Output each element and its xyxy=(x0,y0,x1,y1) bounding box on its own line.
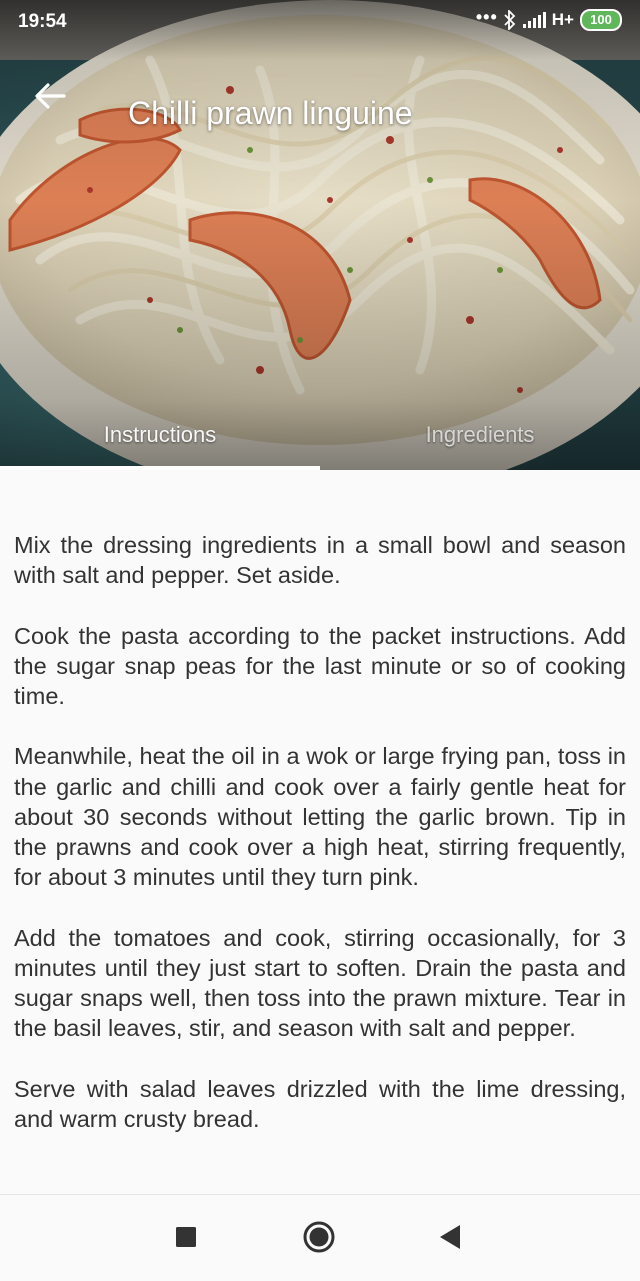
instruction-step: Meanwhile, heat the oil in a wok or larg… xyxy=(14,743,626,891)
home-button[interactable] xyxy=(297,1215,341,1259)
tab-bar: Instructions Ingredients xyxy=(0,400,640,470)
battery-icon: 100 xyxy=(580,9,622,31)
recent-apps-icon xyxy=(176,1227,196,1247)
tab-ingredients[interactable]: Ingredients xyxy=(320,400,640,470)
page-title: Chilli prawn linguine xyxy=(128,95,413,132)
bluetooth-icon xyxy=(504,10,516,30)
network-type: H+ xyxy=(551,10,574,29)
arrow-left-icon xyxy=(35,83,66,109)
tab-ingredients-label: Ingredients xyxy=(425,422,535,447)
recipe-header-image: 19:54 ••• H+ 100 Chilli prawn linguine I xyxy=(0,0,640,470)
system-navigation-bar xyxy=(0,1194,640,1281)
status-icons: ••• H+ 100 xyxy=(475,6,622,31)
recent-apps-button[interactable] xyxy=(164,1215,208,1259)
instruction-step: Serve with salad leaves drizzled with th… xyxy=(14,1075,626,1132)
notification-dots: ••• xyxy=(475,6,498,27)
tab-indicator xyxy=(0,466,320,470)
back-button[interactable] xyxy=(26,72,74,120)
status-bar: 19:54 ••• H+ 100 xyxy=(0,0,640,44)
home-icon xyxy=(303,1221,335,1253)
status-time: 19:54 xyxy=(18,11,67,32)
instruction-step: Cook the pasta according to the packet i… xyxy=(14,622,626,709)
signal-icon xyxy=(522,12,546,28)
instructions-content[interactable]: Mix the dressing ingredients in a small … xyxy=(14,530,626,1180)
system-back-button[interactable] xyxy=(428,1215,472,1259)
instruction-step: Add the tomatoes and cook, stirring occa… xyxy=(14,924,626,1042)
instruction-step: Mix the dressing ingredients in a small … xyxy=(14,532,626,589)
tab-instructions-label: Instructions xyxy=(103,422,217,447)
back-triangle-icon xyxy=(440,1225,460,1249)
tab-instructions[interactable]: Instructions xyxy=(0,400,320,470)
